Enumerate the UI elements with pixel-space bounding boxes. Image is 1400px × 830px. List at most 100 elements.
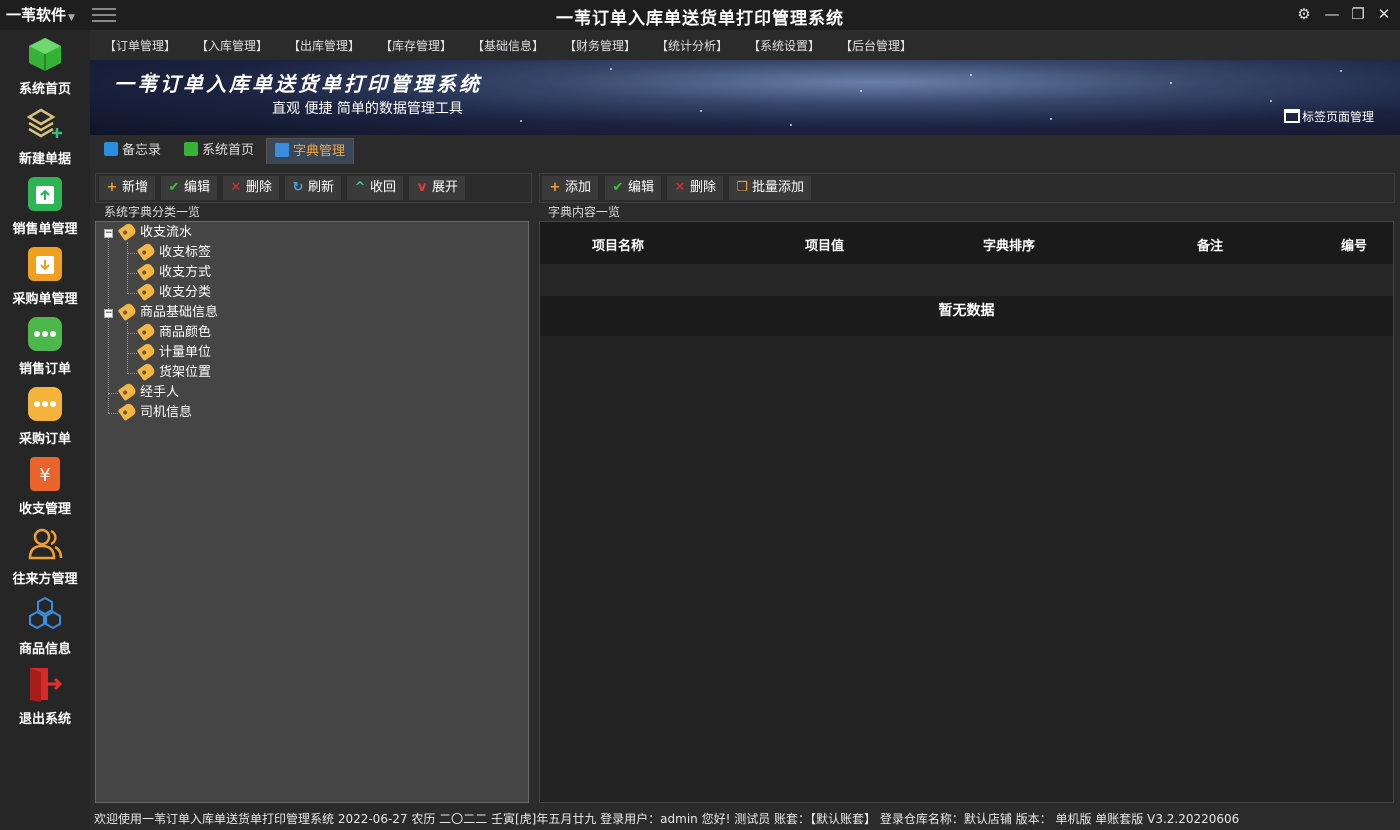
edit-item-button[interactable]: ✔ 编辑 bbox=[605, 176, 662, 200]
tree-node-finance-tag[interactable]: 收支标签 bbox=[136, 241, 211, 263]
nav-item-sales-order[interactable]: 销售订单 bbox=[0, 310, 90, 380]
window-title: 一苇订单入库单送货单打印管理系统 bbox=[556, 9, 844, 29]
delete-x-icon: ✕ bbox=[674, 180, 686, 195]
status-bar: 欢迎使用一苇订单入库单送货单打印管理系统 2022-06-27 农历 二〇二二 … bbox=[90, 808, 1400, 830]
tree-node-unit[interactable]: 计量单位 bbox=[136, 341, 211, 363]
tag-icon bbox=[117, 301, 138, 322]
menu-outbound-management[interactable]: 【出库管理】 bbox=[288, 37, 360, 54]
menu-inbound-management[interactable]: 【入库管理】 bbox=[196, 37, 268, 54]
menu-finance[interactable]: 【财务管理】 bbox=[564, 37, 636, 54]
banner-title: 一苇订单入库单送货单打印管理系统 bbox=[114, 72, 482, 96]
nav-label: 商品信息 bbox=[18, 642, 71, 657]
left-pane-title: 系统字典分类一览 bbox=[102, 203, 203, 220]
nav-item-purchase-doc[interactable]: 采购单管理 bbox=[0, 240, 90, 310]
tree-node-label: 收支方式 bbox=[159, 265, 212, 280]
button-label: 收回 bbox=[370, 180, 397, 195]
collapse-button[interactable]: ^ 收回 bbox=[347, 176, 404, 200]
tree-node-finance-category[interactable]: 收支分类 bbox=[136, 281, 211, 303]
column-header-sort[interactable]: 字典排序 bbox=[983, 235, 1035, 254]
tree-node-finance-method[interactable]: 收支方式 bbox=[136, 261, 212, 283]
tree-connector bbox=[127, 253, 137, 254]
cubes-icon bbox=[29, 596, 61, 630]
tree-node-shelf[interactable]: 货架位置 bbox=[136, 361, 211, 383]
batch-add-button[interactable]: ❐ 批量添加 bbox=[729, 176, 812, 200]
tab-label: 字典管理 bbox=[293, 144, 346, 159]
refresh-button[interactable]: ↻ 刷新 bbox=[285, 176, 342, 200]
store-up-icon bbox=[28, 177, 62, 211]
tag-icon bbox=[136, 361, 157, 382]
tab-home[interactable]: 系统首页 bbox=[176, 138, 262, 164]
minimize-icon[interactable]: — bbox=[1320, 3, 1344, 25]
tag-icon bbox=[136, 341, 157, 362]
nav-label: 采购订单 bbox=[18, 432, 71, 447]
column-header-item-name[interactable]: 项目名称 bbox=[592, 235, 644, 254]
close-icon[interactable]: ✕ bbox=[1372, 3, 1396, 25]
menu-backend[interactable]: 【后台管理】 bbox=[840, 37, 912, 54]
nav-label: 往来方管理 bbox=[12, 572, 78, 587]
nav-label: 退出系统 bbox=[18, 712, 71, 727]
column-header-number[interactable]: 编号 bbox=[1341, 235, 1367, 254]
tree-node-product-color[interactable]: 商品颜色 bbox=[136, 321, 212, 343]
check-icon: ✔ bbox=[612, 180, 624, 195]
edit-category-button[interactable]: ✔ 编辑 bbox=[161, 176, 218, 200]
menu-statistics[interactable]: 【统计分析】 bbox=[656, 37, 728, 54]
tag-icon bbox=[136, 241, 157, 262]
chevron-down-icon: v bbox=[417, 180, 427, 195]
menu-bar: 【订单管理】 【入库管理】 【出库管理】 【库存管理】 【基础信息】 【财务管理… bbox=[90, 30, 1400, 60]
menu-order-management[interactable]: 【订单管理】 bbox=[104, 37, 176, 54]
add-item-button[interactable]: + 添加 bbox=[542, 176, 599, 200]
nav-item-home[interactable]: 系统首页 bbox=[0, 30, 90, 100]
maximize-icon[interactable]: ❐ bbox=[1346, 3, 1370, 25]
menu-stock-management[interactable]: 【库存管理】 bbox=[380, 37, 452, 54]
expand-button[interactable]: v 展开 bbox=[409, 176, 466, 200]
tab-memo[interactable]: 备忘录 bbox=[96, 138, 169, 164]
nav-label: 采购单管理 bbox=[12, 292, 78, 307]
button-label: 删除 bbox=[246, 180, 273, 195]
nav-item-purchase-order[interactable]: 采购订单 bbox=[0, 380, 90, 450]
column-header-remark[interactable]: 备注 bbox=[1197, 235, 1223, 254]
nav-item-finance[interactable]: ¥ 收支管理 bbox=[0, 450, 90, 520]
exit-icon bbox=[30, 668, 63, 702]
banner: 一苇订单入库单送货单打印管理系统 直观 便捷 简单的数据管理工具 标签页面管理 bbox=[90, 60, 1400, 135]
collapse-toggle-icon[interactable]: − bbox=[104, 229, 113, 238]
tree-connector bbox=[127, 242, 128, 294]
button-label: 编辑 bbox=[184, 180, 211, 195]
tree-node-handler[interactable]: 经手人 bbox=[117, 381, 179, 403]
plus-icon: + bbox=[549, 180, 561, 195]
copy-icon: ❐ bbox=[736, 180, 748, 195]
tab-label: 系统首页 bbox=[202, 143, 255, 158]
app-window: 一苇软件 ▼ 一苇订单入库单送货单打印管理系统 ⚙ — ❐ ✕ 系统首页 新建单据… bbox=[0, 0, 1400, 830]
nav-label: 系统首页 bbox=[18, 82, 71, 97]
button-label: 新增 bbox=[122, 180, 149, 195]
users-icon bbox=[28, 528, 63, 560]
delete-category-button[interactable]: ✕ 删除 bbox=[223, 176, 280, 200]
tab-manage-button[interactable]: 标签页面管理 bbox=[1283, 108, 1374, 125]
right-pane-title: 字典内容一览 bbox=[546, 203, 623, 220]
gear-icon[interactable]: ⚙ bbox=[1292, 3, 1316, 25]
tree-connector bbox=[127, 293, 137, 294]
menu-settings[interactable]: 【系统设置】 bbox=[748, 37, 820, 54]
tree-node-product-info[interactable]: 商品基础信息 bbox=[117, 301, 218, 323]
button-label: 编辑 bbox=[628, 180, 655, 195]
tree-node-label: 商品颜色 bbox=[159, 325, 212, 340]
nav-item-exit[interactable]: 退出系统 bbox=[0, 660, 90, 730]
tab-label: 备忘录 bbox=[122, 143, 162, 158]
tree-connector bbox=[127, 373, 137, 374]
tab-bar: 备忘录 系统首页 字典管理 bbox=[90, 135, 1400, 167]
tree-node-finance-flow[interactable]: 收支流水 bbox=[117, 221, 192, 243]
menu-basic-info[interactable]: 【基础信息】 bbox=[472, 37, 544, 54]
tree-node-driver[interactable]: 司机信息 bbox=[117, 401, 192, 423]
tag-icon bbox=[117, 381, 138, 402]
tab-dictionary[interactable]: 字典管理 bbox=[266, 138, 355, 164]
nav-item-partners[interactable]: 往来方管理 bbox=[0, 520, 90, 590]
nav-label: 收支管理 bbox=[18, 502, 71, 517]
nav-item-new-doc[interactable]: 新建单据 bbox=[0, 100, 90, 170]
grid-filter-row bbox=[540, 264, 1393, 296]
tag-icon bbox=[136, 281, 157, 302]
add-category-button[interactable]: + 新增 bbox=[99, 176, 156, 200]
delete-item-button[interactable]: ✕ 删除 bbox=[667, 176, 724, 200]
collapse-toggle-icon[interactable]: − bbox=[104, 309, 113, 318]
column-header-item-value[interactable]: 项目值 bbox=[805, 235, 844, 254]
nav-item-products[interactable]: 商品信息 bbox=[0, 590, 90, 660]
nav-item-sales-doc[interactable]: 销售单管理 bbox=[0, 170, 90, 240]
